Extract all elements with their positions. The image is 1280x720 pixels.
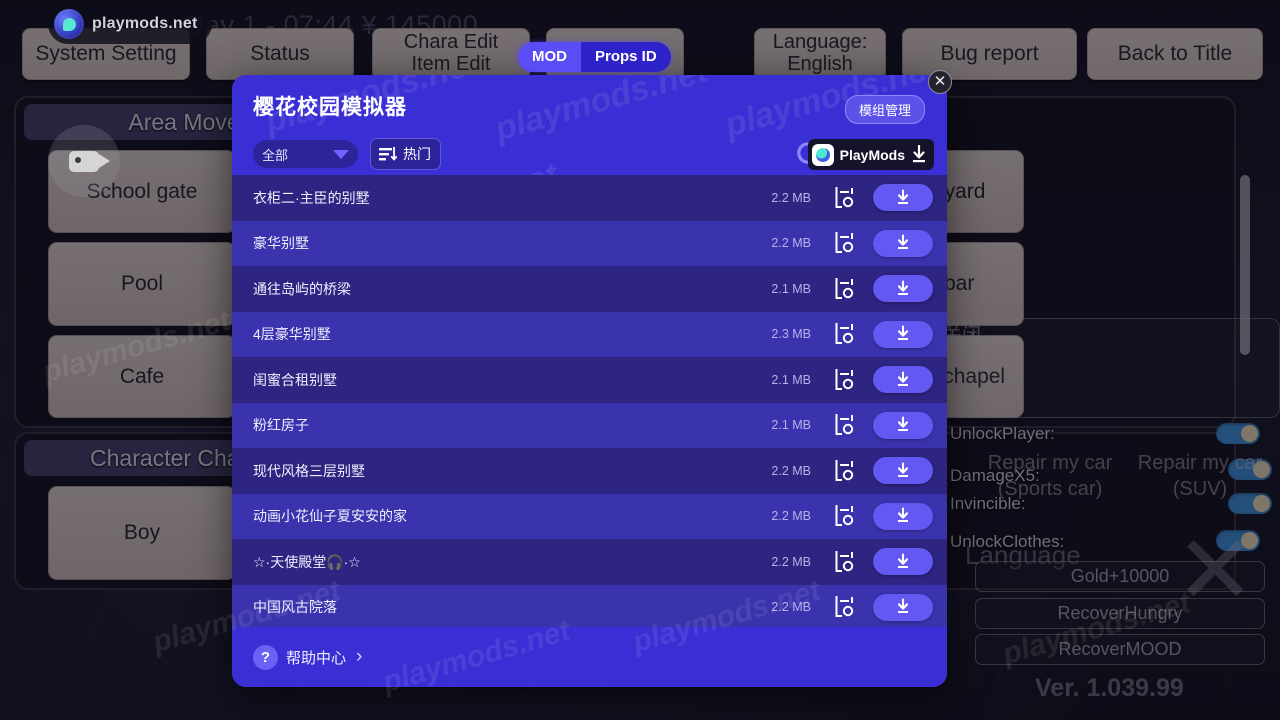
mod-name: 衣柜二·主臣的别墅 [253,189,370,206]
download-icon [897,371,909,386]
download-icon [897,234,909,250]
download-button[interactable] [873,320,933,348]
mod-name: 现代风格三层别墅 [253,462,365,479]
mod-details-icon[interactable] [829,276,863,302]
mod-name: 动画小花仙子夏安安的家 [253,508,407,525]
tab-mod[interactable]: MOD [518,42,581,72]
download-button[interactable] [873,275,933,303]
mod-details-icon[interactable] [829,458,863,484]
modal-title: 樱花校园模拟器 [253,96,407,119]
download-button[interactable] [873,593,933,621]
mod-details-icon[interactable] [829,549,863,575]
mod-size: 2.2 MB [771,463,811,478]
mod-name: ☆·天使殿堂🎧·☆ [253,553,361,570]
playmods-download-chip[interactable]: PlayMods [807,139,934,170]
mod-manage-button[interactable]: 模组管理 [844,95,925,124]
mod-list-row[interactable]: 粉红房子 2.1 MB [232,402,947,448]
mod-props-tabs: MOD Props ID [518,42,671,72]
mod-details-icon[interactable] [829,594,863,620]
download-icon [897,598,909,614]
sort-popular-label: 热门 [403,146,431,162]
playmods-chip-label: PlayMods [839,146,905,163]
mod-list-row[interactable]: ☆·天使殿堂🎧·☆ 2.2 MB [232,539,947,585]
mod-details-icon[interactable] [829,367,863,393]
sort-icon [379,147,397,161]
mod-size: 2.3 MB [771,327,811,342]
download-button[interactable] [873,502,933,530]
category-filter-select[interactable]: 全部 [253,140,358,168]
chevron-right-icon: › [356,646,363,667]
help-icon: ? [253,644,278,670]
mod-name: 粉红房子 [253,417,309,434]
mod-details-icon[interactable] [829,412,863,438]
download-button[interactable] [873,229,933,257]
download-icon [897,507,909,523]
mod-size: 2.1 MB [771,418,811,433]
download-icon [897,280,909,295]
mod-size: 2.2 MB [771,600,811,615]
mod-size: 2.2 MB [771,190,811,205]
mod-list-row[interactable]: 豪华别墅 2.2 MB [232,220,947,266]
mod-name: 通往岛屿的桥梁 [253,280,351,297]
download-icon [897,416,909,432]
mod-name: 闺蜜合租别墅 [253,371,337,388]
mod-list-row[interactable]: 闺蜜合租别墅 2.1 MB [232,357,947,403]
playmods-chip-logo-icon [811,143,834,166]
download-button[interactable] [873,184,933,212]
mod-name: 4层豪华别墅 [253,326,331,343]
mod-size: 2.2 MB [771,509,811,524]
mod-list-row[interactable]: 衣柜二·主臣的别墅 2.2 MB [232,175,947,221]
tab-props-id[interactable]: Props ID [581,42,671,72]
mod-list-row[interactable]: 现代风格三层别墅 2.2 MB [232,448,947,494]
mod-name: 中国风古院落 [253,599,337,616]
help-center-link[interactable]: 帮助中心 [286,647,346,668]
mod-details-icon[interactable] [829,230,863,256]
modal-header: 樱花校园模拟器 模组管理 [232,75,947,135]
modal-footer: ? 帮助中心 › [232,627,947,687]
download-button[interactable] [873,548,933,576]
download-icon [897,189,909,204]
chevron-down-icon [333,150,349,159]
mod-name: 豪华别墅 [253,235,309,252]
download-icon [897,553,909,568]
mod-list-row[interactable]: 通往岛屿的桥梁 2.1 MB [232,266,947,312]
mod-size: 2.2 MB [771,554,811,569]
sort-popular-button[interactable]: 热门 [370,138,441,170]
screen: Day 1 - 07:44 ¥ 145000 System Setting St… [0,0,1280,720]
category-filter-value: 全部 [262,147,289,163]
download-button[interactable] [873,366,933,394]
mod-details-icon[interactable] [829,321,863,347]
mod-list-row[interactable]: 4层豪华别墅 2.3 MB [232,311,947,357]
mod-details-icon[interactable] [829,185,863,211]
mod-browser-dialog: playmods.net playmods.net playmods.net p… [232,75,947,687]
download-icon [897,325,909,341]
download-icon [913,144,925,162]
playmods-brand-badge: playmods.net [48,4,212,44]
mod-size: 2.2 MB [771,236,811,251]
mod-size: 2.1 MB [771,372,811,387]
mod-list[interactable]: 衣柜二·主臣的别墅 2.2 MB 豪华别墅 2.2 MB 通往岛屿的桥梁 2.1 MB 4层… [232,175,947,627]
mod-list-row[interactable]: 动画小花仙子夏安安的家 2.2 MB [232,493,947,539]
download-button[interactable] [873,411,933,439]
close-dialog-button[interactable]: ✕ [928,70,952,94]
mod-details-icon[interactable] [829,503,863,529]
mod-list-row[interactable]: 中国风古院落 2.2 MB [232,584,947,627]
download-button[interactable] [873,457,933,485]
download-icon [897,462,909,477]
playmods-logo-icon [54,9,84,39]
mod-size: 2.1 MB [771,281,811,296]
camera-icon[interactable] [48,125,120,197]
playmods-brand-label: playmods.net [92,15,198,32]
